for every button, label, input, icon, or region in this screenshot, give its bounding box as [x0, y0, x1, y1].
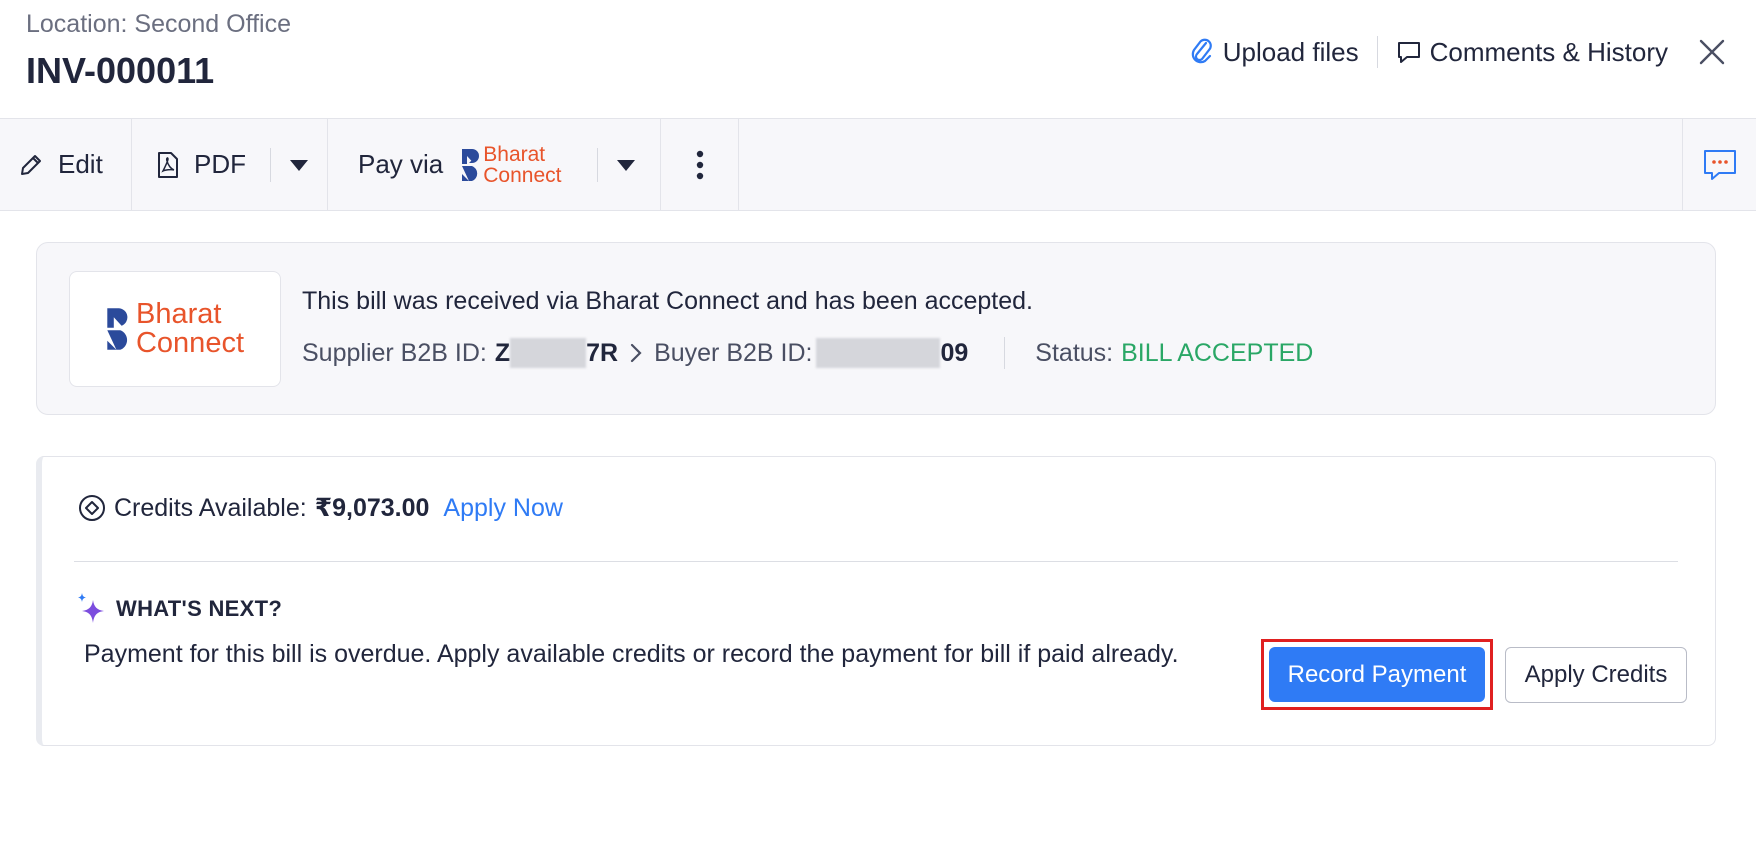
banner-message: This bill was received via Bharat Connec… — [302, 287, 1033, 315]
whats-next-title-text: WHAT'S NEXT? — [116, 596, 283, 621]
buyer-id-masked — [816, 338, 941, 368]
pay-dropdown-caret-icon[interactable] — [617, 160, 635, 171]
whats-next-title: WHAT'S NEXT? — [76, 592, 282, 626]
pdf-icon — [158, 151, 178, 178]
credits-amount: ₹9,073.00 — [314, 494, 430, 522]
record-payment-button[interactable]: Record Payment — [1269, 647, 1485, 702]
edit-button[interactable]: Edit — [0, 119, 132, 210]
pay-logo-line2: Connect — [483, 163, 562, 187]
record-payment-highlight: Record Payment — [1261, 639, 1493, 710]
paperclip-icon — [1191, 38, 1212, 64]
close-button[interactable] — [1696, 36, 1728, 68]
credit-coin-icon — [79, 495, 105, 521]
more-vertical-icon — [696, 150, 703, 179]
chat-icon — [1703, 149, 1736, 180]
status-label: Status: — [1035, 338, 1114, 367]
comments-history-label: Comments & History — [1429, 36, 1668, 67]
pay-divider — [597, 148, 598, 182]
chevron-right-icon — [630, 343, 642, 363]
supplier-id-prefix: Z — [494, 338, 511, 367]
comments-history-link[interactable]: Comments & History — [1396, 37, 1668, 68]
pay-via-label: Pay via — [358, 149, 444, 179]
buyer-id-suffix: 09 — [940, 338, 969, 367]
bharat-connect-logo: Bharat Connect — [461, 144, 561, 186]
close-icon — [1699, 39, 1725, 65]
pdf-divider — [270, 148, 271, 182]
whats-next-card: Credits Available: ₹9,073.00 Apply Now W… — [36, 456, 1716, 746]
bharat-connect-banner: Bharat Connect This bill was received vi… — [36, 242, 1716, 415]
supplier-id-masked — [510, 338, 587, 368]
supplier-id-suffix: 7R — [586, 338, 619, 367]
banner-logo-line1: Bharat — [135, 298, 222, 330]
edit-label: Edit — [58, 149, 103, 179]
banner-logo-box: Bharat Connect — [69, 271, 281, 387]
b2b-ids-row: Supplier B2B ID: Z 7R Buyer B2B ID: 09 S… — [302, 337, 1313, 369]
whats-next-message: Payment for this bill is overdue. Apply … — [84, 640, 1179, 668]
sparkle-icon — [78, 593, 104, 623]
buyer-id-label: Buyer B2B ID: — [654, 338, 813, 367]
status-badge: BILL ACCEPTED — [1121, 338, 1314, 367]
banner-logo-line2: Connect — [135, 327, 244, 359]
pdf-label: PDF — [194, 149, 246, 179]
chat-button[interactable] — [1682, 119, 1756, 210]
bharat-connect-mark-icon — [107, 308, 128, 350]
credits-row: Credits Available: ₹9,073.00 Apply Now — [78, 493, 563, 523]
apply-now-link[interactable]: Apply Now — [443, 494, 563, 523]
pay-logo-line1: Bharat — [483, 142, 546, 166]
upload-files-link[interactable]: Upload files — [1189, 37, 1359, 68]
pay-via-button[interactable]: Pay via Bharat Connect — [328, 119, 661, 210]
page-title: INV-000011 — [26, 50, 215, 91]
credits-label: Credits Available: — [114, 493, 307, 522]
section-divider — [74, 561, 1678, 562]
supplier-id-label: Supplier B2B ID: — [302, 338, 487, 367]
more-options-button[interactable] — [661, 119, 739, 210]
header-actions: Upload files Comments & History — [1189, 30, 1756, 74]
pdf-button[interactable]: PDF — [132, 119, 328, 210]
pencil-icon — [21, 154, 41, 175]
apply-credits-button[interactable]: Apply Credits — [1505, 647, 1687, 703]
bharat-connect-mark-icon — [462, 148, 480, 181]
upload-files-label: Upload files — [1222, 36, 1359, 67]
ids-divider — [1004, 337, 1006, 369]
banner-bharat-connect-logo: Bharat Connect — [106, 300, 244, 358]
page-header: Location: Second Office INV-000011 Uploa… — [0, 0, 1756, 118]
pdf-dropdown-caret-icon[interactable] — [290, 160, 308, 171]
location-label: Location: Second Office — [26, 10, 291, 38]
comment-icon — [1397, 42, 1420, 63]
toolbar: Edit PDF Pay via Bharat Connect — [0, 118, 1756, 211]
header-divider — [1376, 36, 1378, 68]
